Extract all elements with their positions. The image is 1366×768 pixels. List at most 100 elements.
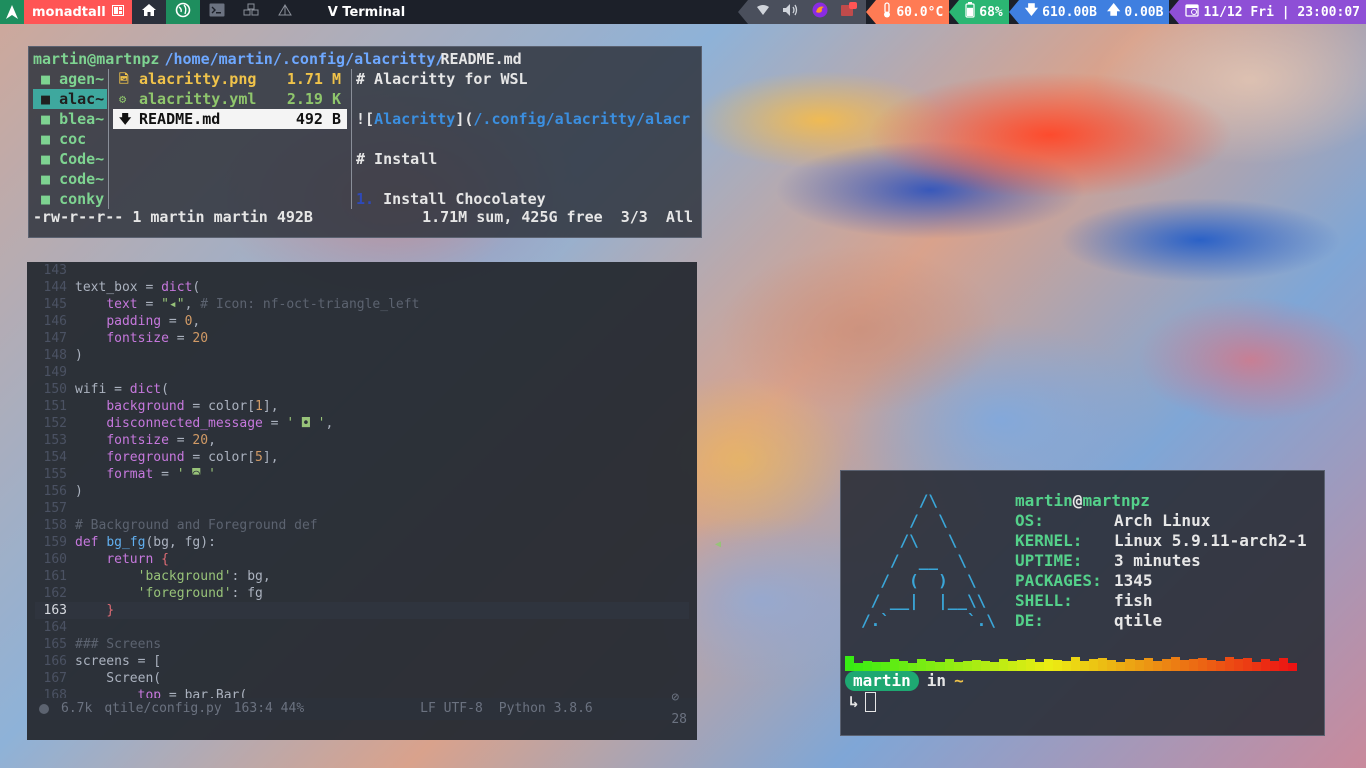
datetime-value: 11/12 Fri | 23:00:07	[1203, 4, 1360, 20]
tag-terminal[interactable]	[200, 0, 234, 24]
code-line[interactable]: 165 ### Screens	[35, 636, 689, 653]
color-bar	[1116, 662, 1126, 671]
color-bar	[1243, 658, 1253, 671]
firefox-icon[interactable]	[812, 2, 828, 22]
line-code: foreground = color[5],	[106, 450, 279, 465]
color-bar	[881, 662, 891, 671]
color-bar	[1044, 659, 1054, 671]
volume-icon[interactable]	[782, 3, 800, 21]
file-item[interactable]: 🖻 alacritty.png 1.71 M	[113, 69, 347, 89]
image-icon: 🖻	[119, 72, 129, 86]
arch-icon[interactable]	[0, 0, 24, 24]
dir-item-selected[interactable]: ■ alac~	[33, 89, 107, 109]
code-line[interactable]: 151 background = color[1],	[35, 398, 689, 415]
code-line[interactable]: 153 fontsize = 20,	[35, 432, 689, 449]
line-number: 148	[43, 348, 67, 363]
code-line[interactable]: 149	[35, 364, 689, 381]
tag-web[interactable]	[165, 0, 200, 24]
code-line[interactable]: 143	[35, 262, 689, 279]
dir-item[interactable]: ■ Code~	[33, 149, 107, 169]
line-number: 149	[43, 365, 67, 380]
wifi-icon[interactable]	[756, 4, 770, 20]
temperature-widget: 60.0°C	[876, 0, 950, 24]
code-line[interactable]: 161 'background': bg,	[35, 568, 689, 585]
command-line[interactable]: ↳	[849, 691, 876, 713]
code-line[interactable]: 150 wifi = dict(	[35, 381, 689, 398]
window-title: V Terminal	[327, 4, 406, 20]
code-line[interactable]: 163 }	[35, 602, 689, 619]
line-number: 154	[43, 450, 67, 465]
dir-item[interactable]: ■ coc	[33, 129, 107, 149]
separator	[1008, 0, 1019, 24]
color-bar	[1288, 663, 1298, 671]
code-line[interactable]: 167 Screen(	[35, 670, 689, 687]
code-line[interactable]: 155 format = ' ◚ '	[35, 466, 689, 483]
color-bar	[1071, 657, 1081, 671]
separator	[738, 0, 749, 24]
file-item-selected[interactable]: 🡇 README.md 492 B	[113, 109, 347, 129]
color-bar	[1062, 661, 1072, 671]
battery-value: 68%	[979, 4, 1003, 20]
dir-item[interactable]: ■ agen~	[33, 69, 107, 89]
cubes-icon	[243, 3, 259, 21]
code-line[interactable]: 159 def bg_fg(bg, fg):	[35, 534, 689, 551]
dir-item[interactable]: ■ conky	[33, 189, 107, 209]
color-bar	[1206, 660, 1216, 671]
code-line[interactable]: 152 disconnected_message = ' ◘ ',	[35, 415, 689, 432]
layout-indicator[interactable]: monadtall	[24, 0, 132, 24]
prompt-in: in	[926, 671, 947, 690]
code-line[interactable]: 154 foreground = color[5],	[35, 449, 689, 466]
terminal-window[interactable]: /\ / \ /\ \ / __ \ / ( ) \ / __| |__\\ /…	[840, 470, 1325, 736]
network-widget: 🡇 610.00B 🡅 0.00B	[1018, 0, 1170, 24]
code-line[interactable]: 147 fontsize = 20	[35, 330, 689, 347]
color-bar	[989, 662, 999, 671]
color-bar	[908, 663, 918, 671]
color-bar	[1080, 661, 1090, 671]
color-bar	[1125, 659, 1135, 671]
info-row: KERNEL: Linux 5.9.11-arch2-1	[1015, 531, 1307, 550]
path-file: README.md	[440, 50, 522, 68]
line-number: 143	[43, 263, 67, 278]
code-line[interactable]: 157	[35, 500, 689, 517]
folder-icon: ■	[41, 190, 60, 208]
code-editor-window[interactable]: 143 144 text_box = dict(145 text = "◂", # …	[27, 262, 721, 740]
clock-widget[interactable]: 11/12 Fri | 23:00:07	[1179, 0, 1366, 24]
code-line[interactable]: 144 text_box = dict(	[35, 279, 689, 296]
folder-icon: ■	[41, 130, 60, 148]
info-row: UPTIME: 3 minutes	[1015, 551, 1201, 570]
folder-icon: ■	[41, 90, 60, 108]
download-icon: 🡇	[119, 112, 132, 126]
tag-cubes[interactable]	[234, 0, 268, 24]
preview-line	[356, 169, 696, 189]
separator	[866, 0, 877, 24]
download-arrow-icon: 🡇	[1024, 3, 1039, 18]
editor-status-bar: 6.7k qtile/config.py 163:4 44% LF UTF-8 …	[27, 690, 697, 727]
code-line[interactable]: 145 text = "◂", # Icon: nf-oct-triangle_…	[35, 296, 689, 313]
code-line[interactable]: 162 'foreground': fg	[35, 585, 689, 602]
separator	[1169, 0, 1180, 24]
color-bar	[1270, 661, 1280, 671]
parent-directory-list: ■ agen~ ■ alac~ ■ blea~ ■ coc ■ Code~ ■ …	[33, 69, 107, 209]
dir-item[interactable]: ■ blea~	[33, 109, 107, 129]
code-line[interactable]: 148)	[35, 347, 689, 364]
code-line[interactable]: 156)	[35, 483, 689, 500]
tag-home[interactable]	[131, 0, 166, 24]
code-line[interactable]: 164	[35, 619, 689, 636]
file-item[interactable]: ⚙ alacritty.yml 2.19 K	[113, 89, 347, 109]
code-line[interactable]: 166 screens = [	[35, 653, 689, 670]
line-number: 145	[43, 297, 67, 312]
tag-sail[interactable]	[268, 0, 302, 24]
line-number: 158	[43, 518, 67, 533]
thermometer-icon	[882, 2, 892, 22]
code-line[interactable]: 160 return {	[35, 551, 689, 568]
notification-icon[interactable]	[840, 2, 858, 22]
folder-icon: ■	[41, 70, 60, 88]
dir-item[interactable]: ■ code~	[33, 169, 107, 189]
color-bar	[1107, 660, 1117, 671]
file-manager-window[interactable]: martin@martnpz /home/martin/.config/alac…	[28, 46, 702, 238]
code-line[interactable]: 158 # Background and Foreground def	[35, 517, 689, 534]
code-line[interactable]: 146 padding = 0,	[35, 313, 689, 330]
code-area[interactable]: 143 144 text_box = dict(145 text = "◂", # …	[35, 262, 689, 704]
preview-line: ![Alacritty](/.config/alacritty/alacr	[356, 109, 696, 129]
